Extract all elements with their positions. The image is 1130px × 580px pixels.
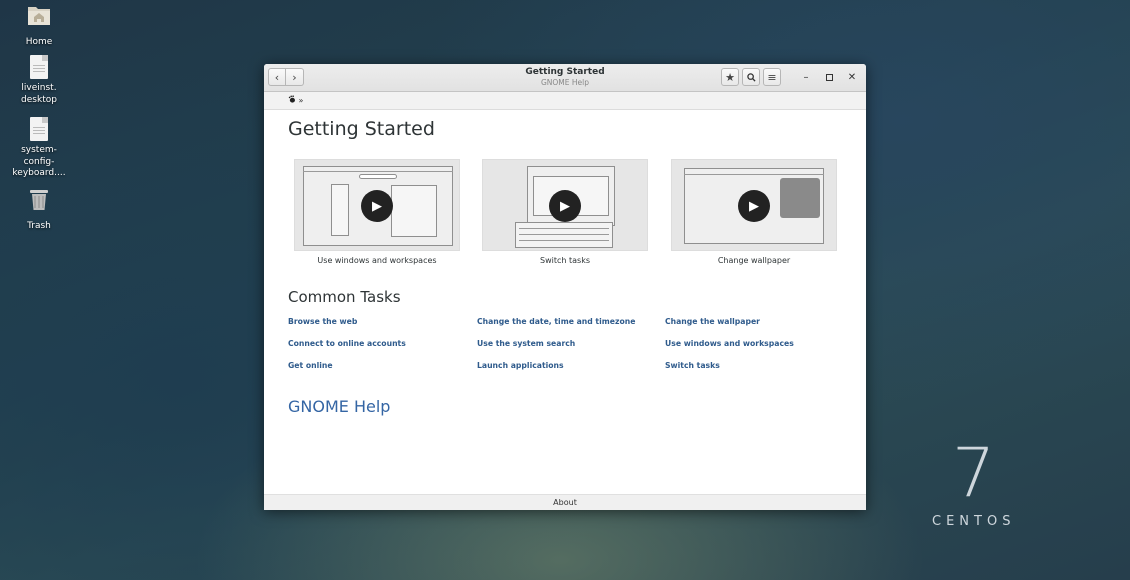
- desktop-icon-home[interactable]: Home: [7, 2, 71, 48]
- menu-button[interactable]: ≡: [763, 68, 781, 86]
- hamburger-icon: ≡: [767, 70, 777, 84]
- play-icon: ▶: [549, 190, 581, 222]
- page-title: Getting Started: [288, 118, 435, 140]
- video-card[interactable]: ▶ Change wallpaper: [671, 159, 837, 265]
- centos-logo-text: CENTOS: [932, 514, 1016, 529]
- about-link[interactable]: About: [264, 494, 866, 510]
- video-card[interactable]: ▶ Switch tasks: [482, 159, 648, 265]
- search-button[interactable]: [742, 68, 760, 86]
- help-window: ‹ › Getting Started GNOME Help ★ ≡ – ✕ »…: [264, 64, 866, 510]
- desktop-icon-label: liveinst. desktop: [21, 83, 57, 105]
- document-icon: [30, 55, 48, 79]
- task-link[interactable]: Change the date, time and timezone: [477, 317, 635, 326]
- task-link[interactable]: Switch tasks: [665, 361, 720, 370]
- desktop-icon-label: system- config- keyboard....: [12, 145, 66, 178]
- maximize-button[interactable]: [820, 68, 838, 86]
- video-thumbnail: ▶: [671, 159, 837, 251]
- close-icon: ✕: [847, 71, 857, 83]
- task-link[interactable]: Use the system search: [477, 339, 575, 348]
- header-bar: ‹ › Getting Started GNOME Help ★ ≡ – ✕: [264, 64, 866, 92]
- section-heading: Common Tasks: [288, 288, 401, 306]
- page-content: Getting Started ▶ Use windows and worksp…: [264, 110, 866, 494]
- task-link[interactable]: Connect to online accounts: [288, 339, 406, 348]
- folder-home-icon: [7, 2, 71, 33]
- task-link[interactable]: Change the wallpaper: [665, 317, 760, 326]
- video-label: Change wallpaper: [717, 256, 791, 265]
- task-link[interactable]: Browse the web: [288, 317, 357, 326]
- close-button[interactable]: ✕: [843, 68, 861, 86]
- star-icon: ★: [725, 70, 735, 84]
- desktop-icon-trash[interactable]: Trash: [7, 188, 71, 232]
- maximize-icon: [825, 73, 833, 81]
- video-thumbnail: ▶: [482, 159, 648, 251]
- document-icon: [30, 117, 48, 141]
- header-tools: ★ ≡: [721, 68, 781, 86]
- desktop-icon-label: Home: [25, 36, 53, 47]
- trash-icon: [7, 188, 71, 217]
- video-label: Switch tasks: [540, 256, 590, 265]
- desktop-icon-label: Trash: [27, 220, 51, 231]
- video-card[interactable]: ▶ Use windows and workspaces: [294, 159, 460, 265]
- centos-logo-number: 7: [952, 434, 996, 513]
- minimize-button[interactable]: –: [797, 68, 815, 86]
- play-icon: ▶: [361, 190, 393, 222]
- breadcrumb-home[interactable]: »: [288, 95, 303, 105]
- video-thumbnail: ▶: [294, 159, 460, 251]
- breadcrumb-separator: »: [298, 96, 304, 105]
- desktop-icon-liveinst[interactable]: liveinst. desktop: [7, 55, 71, 106]
- video-label: Use windows and workspaces: [317, 256, 437, 265]
- gnome-help-link[interactable]: GNOME Help: [288, 397, 390, 416]
- breadcrumb: »: [264, 92, 866, 110]
- task-link[interactable]: Launch applications: [477, 361, 564, 370]
- minimize-icon: –: [803, 71, 809, 83]
- play-icon: ▶: [738, 190, 770, 222]
- bookmark-button[interactable]: ★: [721, 68, 739, 86]
- search-icon: [746, 72, 756, 82]
- task-link[interactable]: Get online: [288, 361, 333, 370]
- task-link[interactable]: Use windows and workspaces: [665, 339, 794, 348]
- desktop-icon-system-config-keyboard[interactable]: system- config- keyboard....: [7, 117, 71, 180]
- gnome-foot-icon: [288, 95, 295, 103]
